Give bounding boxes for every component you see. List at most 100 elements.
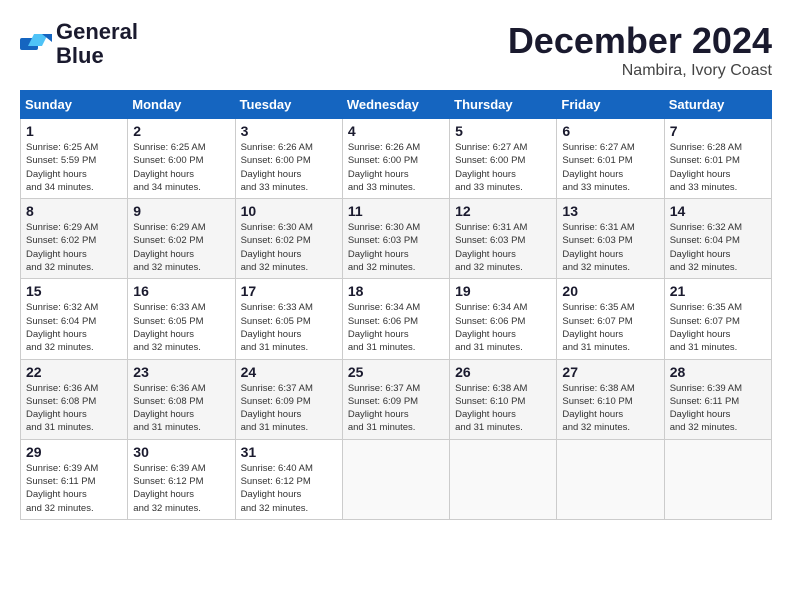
- day-number: 30: [133, 444, 229, 460]
- day-number: 23: [133, 364, 229, 380]
- day-info: Sunrise: 6:29 AMSunset: 6:02 PMDaylight …: [133, 221, 229, 274]
- day-info: Sunrise: 6:25 AMSunset: 5:59 PMDaylight …: [26, 141, 122, 194]
- month-title: December 2024: [508, 20, 772, 62]
- weekday-thursday: Thursday: [450, 91, 557, 119]
- calendar-week-2: 8 Sunrise: 6:29 AMSunset: 6:02 PMDaylight…: [21, 199, 772, 279]
- day-number: 17: [241, 283, 337, 299]
- day-info: Sunrise: 6:26 AMSunset: 6:00 PMDaylight …: [348, 141, 444, 194]
- day-info: Sunrise: 6:38 AMSunset: 6:10 PMDaylight …: [562, 382, 658, 435]
- day-number: 8: [26, 203, 122, 219]
- calendar-cell: [450, 439, 557, 519]
- day-number: 28: [670, 364, 766, 380]
- day-number: 6: [562, 123, 658, 139]
- calendar-cell: 4 Sunrise: 6:26 AMSunset: 6:00 PMDaylight…: [342, 119, 449, 199]
- calendar-cell: 2Sunrise: 6:25 AMSunset: 6:00 PMDaylight…: [128, 119, 235, 199]
- calendar-cell: 3 Sunrise: 6:26 AMSunset: 6:00 PMDaylight…: [235, 119, 342, 199]
- day-info: Sunrise: 6:34 AMSunset: 6:06 PMDaylight …: [455, 301, 551, 354]
- day-number: 31: [241, 444, 337, 460]
- logo-icon: [20, 30, 52, 58]
- calendar-cell: 5 Sunrise: 6:27 AMSunset: 6:00 PMDaylight…: [450, 119, 557, 199]
- day-info: Sunrise: 6:32 AMSunset: 6:04 PMDaylight …: [670, 221, 766, 274]
- calendar-cell: 26 Sunrise: 6:38 AMSunset: 6:10 PMDayligh…: [450, 359, 557, 439]
- calendar-cell: 28 Sunrise: 6:39 AMSunset: 6:11 PMDayligh…: [664, 359, 771, 439]
- day-info: Sunrise: 6:30 AMSunset: 6:02 PMDaylight …: [241, 221, 337, 274]
- day-info: Sunrise: 6:38 AMSunset: 6:10 PMDaylight …: [455, 382, 551, 435]
- day-info: Sunrise: 6:31 AMSunset: 6:03 PMDaylight …: [455, 221, 551, 274]
- calendar-cell: 29 Sunrise: 6:39 AMSunset: 6:11 PMDayligh…: [21, 439, 128, 519]
- calendar-cell: [557, 439, 664, 519]
- day-number: 3: [241, 123, 337, 139]
- calendar-cell: 17 Sunrise: 6:33 AMSunset: 6:05 PMDayligh…: [235, 279, 342, 359]
- day-number: 12: [455, 203, 551, 219]
- day-number: 21: [670, 283, 766, 299]
- day-number: 15: [26, 283, 122, 299]
- day-number: 9: [133, 203, 229, 219]
- day-number: 5: [455, 123, 551, 139]
- calendar-cell: 9 Sunrise: 6:29 AMSunset: 6:02 PMDaylight…: [128, 199, 235, 279]
- calendar-cell: 11Sunrise: 6:30 AMSunset: 6:03 PMDayligh…: [342, 199, 449, 279]
- calendar-week-3: 15 Sunrise: 6:32 AMSunset: 6:04 PMDayligh…: [21, 279, 772, 359]
- day-info: Sunrise: 6:32 AMSunset: 6:04 PMDaylight …: [26, 301, 122, 354]
- calendar-week-5: 29 Sunrise: 6:39 AMSunset: 6:11 PMDayligh…: [21, 439, 772, 519]
- day-number: 14: [670, 203, 766, 219]
- day-number: 2: [133, 123, 229, 139]
- weekday-header-row: SundayMondayTuesdayWednesdayThursdayFrid…: [21, 91, 772, 119]
- calendar-cell: 7 Sunrise: 6:28 AMSunset: 6:01 PMDaylight…: [664, 119, 771, 199]
- day-info: Sunrise: 6:40 AMSunset: 6:12 PMDaylight …: [241, 462, 337, 515]
- calendar-cell: 30Sunrise: 6:39 AMSunset: 6:12 PMDayligh…: [128, 439, 235, 519]
- calendar-week-1: 1Sunrise: 6:25 AMSunset: 5:59 PMDaylight…: [21, 119, 772, 199]
- calendar-cell: 16Sunrise: 6:33 AMSunset: 6:05 PMDayligh…: [128, 279, 235, 359]
- day-info: Sunrise: 6:27 AMSunset: 6:01 PMDaylight …: [562, 141, 658, 194]
- day-number: 27: [562, 364, 658, 380]
- weekday-monday: Monday: [128, 91, 235, 119]
- day-number: 18: [348, 283, 444, 299]
- calendar-cell: 18Sunrise: 6:34 AMSunset: 6:06 PMDayligh…: [342, 279, 449, 359]
- day-info: Sunrise: 6:35 AMSunset: 6:07 PMDaylight …: [670, 301, 766, 354]
- day-number: 25: [348, 364, 444, 380]
- day-info: Sunrise: 6:28 AMSunset: 6:01 PMDaylight …: [670, 141, 766, 194]
- calendar-cell: 24Sunrise: 6:37 AMSunset: 6:09 PMDayligh…: [235, 359, 342, 439]
- day-number: 19: [455, 283, 551, 299]
- calendar-cell: 27 Sunrise: 6:38 AMSunset: 6:10 PMDayligh…: [557, 359, 664, 439]
- day-info: Sunrise: 6:39 AMSunset: 6:11 PMDaylight …: [670, 382, 766, 435]
- day-number: 10: [241, 203, 337, 219]
- calendar-cell: 1Sunrise: 6:25 AMSunset: 5:59 PMDaylight…: [21, 119, 128, 199]
- calendar-cell: 21 Sunrise: 6:35 AMSunset: 6:07 PMDayligh…: [664, 279, 771, 359]
- location-title: Nambira, Ivory Coast: [508, 62, 772, 80]
- day-info: Sunrise: 6:26 AMSunset: 6:00 PMDaylight …: [241, 141, 337, 194]
- day-number: 7: [670, 123, 766, 139]
- calendar-cell: 25 Sunrise: 6:37 AMSunset: 6:09 PMDayligh…: [342, 359, 449, 439]
- day-info: Sunrise: 6:33 AMSunset: 6:05 PMDaylight …: [241, 301, 337, 354]
- title-block: December 2024 Nambira, Ivory Coast: [508, 20, 772, 80]
- calendar-cell: 20Sunrise: 6:35 AMSunset: 6:07 PMDayligh…: [557, 279, 664, 359]
- weekday-wednesday: Wednesday: [342, 91, 449, 119]
- calendar-cell: [342, 439, 449, 519]
- weekday-tuesday: Tuesday: [235, 91, 342, 119]
- day-info: Sunrise: 6:39 AMSunset: 6:11 PMDaylight …: [26, 462, 122, 515]
- calendar-cell: 15 Sunrise: 6:32 AMSunset: 6:04 PMDayligh…: [21, 279, 128, 359]
- day-number: 29: [26, 444, 122, 460]
- day-number: 13: [562, 203, 658, 219]
- calendar-cell: 23 Sunrise: 6:36 AMSunset: 6:08 PMDayligh…: [128, 359, 235, 439]
- weekday-saturday: Saturday: [664, 91, 771, 119]
- calendar-table: SundayMondayTuesdayWednesdayThursdayFrid…: [20, 90, 772, 520]
- day-number: 22: [26, 364, 122, 380]
- calendar-cell: 8 Sunrise: 6:29 AMSunset: 6:02 PMDaylight…: [21, 199, 128, 279]
- logo: General Blue: [20, 20, 138, 68]
- calendar-cell: 13 Sunrise: 6:31 AMSunset: 6:03 PMDayligh…: [557, 199, 664, 279]
- day-info: Sunrise: 6:33 AMSunset: 6:05 PMDaylight …: [133, 301, 229, 354]
- calendar-cell: 19 Sunrise: 6:34 AMSunset: 6:06 PMDayligh…: [450, 279, 557, 359]
- calendar-cell: 22Sunrise: 6:36 AMSunset: 6:08 PMDayligh…: [21, 359, 128, 439]
- weekday-sunday: Sunday: [21, 91, 128, 119]
- day-info: Sunrise: 6:27 AMSunset: 6:00 PMDaylight …: [455, 141, 551, 194]
- day-number: 4: [348, 123, 444, 139]
- day-info: Sunrise: 6:36 AMSunset: 6:08 PMDaylight …: [133, 382, 229, 435]
- day-number: 26: [455, 364, 551, 380]
- day-info: Sunrise: 6:35 AMSunset: 6:07 PMDaylight …: [562, 301, 658, 354]
- calendar-cell: 14 Sunrise: 6:32 AMSunset: 6:04 PMDayligh…: [664, 199, 771, 279]
- day-info: Sunrise: 6:31 AMSunset: 6:03 PMDaylight …: [562, 221, 658, 274]
- day-info: Sunrise: 6:29 AMSunset: 6:02 PMDaylight …: [26, 221, 122, 274]
- logo-general: General: [56, 19, 138, 44]
- day-info: Sunrise: 6:37 AMSunset: 6:09 PMDaylight …: [241, 382, 337, 435]
- day-info: Sunrise: 6:37 AMSunset: 6:09 PMDaylight …: [348, 382, 444, 435]
